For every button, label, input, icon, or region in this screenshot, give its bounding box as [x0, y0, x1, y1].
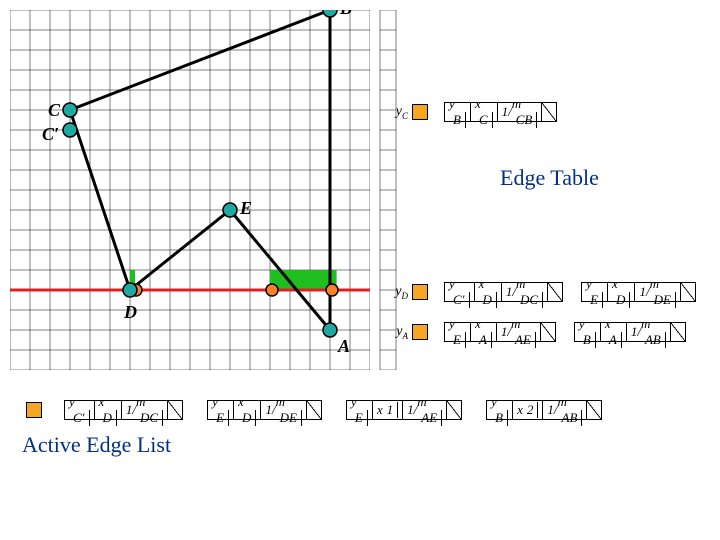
et-row-yc: yC yB xC 1/mCB — [382, 102, 575, 122]
ael-title: Active Edge List — [22, 432, 710, 458]
active-edge-list-panel: yC′ xD 1/mDC yE xD 1/mDE yE x1 1/mAE yB … — [10, 400, 710, 458]
edge-table-panel: Edge Table yC yB xC 1/mCB yD yC′ xD 1/mD… — [410, 10, 710, 370]
edge-record-dc: yC′ xD 1/mDC — [444, 282, 563, 302]
et-ylabel-yd: yD — [382, 284, 408, 301]
ael-record-4: yB x2 1/mAB — [486, 400, 602, 420]
edge-record-ae: yE xA 1/mAE — [444, 322, 556, 342]
svg-text:C: C — [48, 100, 61, 120]
et-ylabel-yc: yC — [382, 104, 408, 121]
ael-row: yC′ xD 1/mDC yE xD 1/mDE yE x1 1/mAE yB … — [22, 400, 710, 420]
scan-column — [376, 10, 400, 370]
svg-text:B: B — [339, 10, 352, 18]
bucket-marker — [412, 284, 428, 300]
edge-record-cb: yB xC 1/mCB — [444, 102, 557, 122]
et-ylabel-ya: yA — [382, 324, 408, 341]
ael-record-2: yE xD 1/mDE — [207, 400, 322, 420]
ael-record-1: yC′ xD 1/mDC — [64, 400, 183, 420]
ael-record-3: yE x1 1/mAE — [346, 400, 462, 420]
svg-text:A: A — [337, 336, 350, 356]
svg-text:C′: C′ — [42, 124, 59, 144]
et-row-yd: yD yC′ xD 1/mDC yE xD 1/mDE — [382, 282, 714, 302]
edge-record-de: yE xD 1/mDE — [581, 282, 696, 302]
svg-text:E: E — [239, 198, 252, 218]
bucket-marker — [26, 402, 42, 418]
svg-text:D: D — [123, 302, 137, 322]
edge-record-ab: yB xA 1/mAB — [574, 322, 686, 342]
edge-table-title: Edge Table — [500, 165, 599, 191]
bucket-marker — [412, 104, 428, 120]
et-row-ya: yA yE xA 1/mAE yB xA 1/mAB — [382, 322, 704, 342]
polygon-grid: A B C C′ D E — [10, 10, 370, 370]
bucket-marker — [412, 324, 428, 340]
